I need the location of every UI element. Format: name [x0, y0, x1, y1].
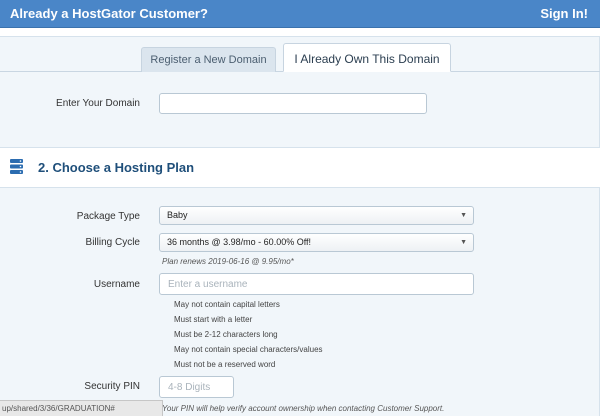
- username-input[interactable]: [159, 273, 474, 295]
- security-pin-input[interactable]: [159, 376, 234, 398]
- billing-cycle-select[interactable]: 36 months @ 3.98/mo - 60.00% Off! ▼: [159, 233, 474, 252]
- browser-status-url: up/shared/3/36/GRADUATION#: [0, 400, 163, 416]
- billing-cycle-label: Billing Cycle: [85, 237, 140, 248]
- username-rule: Must start with a letter: [174, 315, 253, 324]
- tab-register-new-domain[interactable]: Register a New Domain: [141, 47, 276, 72]
- chevron-down-icon: ▼: [460, 239, 467, 246]
- sign-in-link[interactable]: Sign In!: [540, 6, 588, 21]
- package-type-label: Package Type: [76, 211, 140, 222]
- security-pin-note: Your PIN will help verify account owners…: [162, 404, 445, 413]
- tab-already-own-domain[interactable]: I Already Own This Domain: [283, 43, 451, 72]
- username-rule: May not contain special characters/value…: [174, 345, 323, 354]
- customer-prompt: Already a HostGator Customer?: [10, 6, 208, 21]
- domain-label: Enter Your Domain: [56, 98, 140, 109]
- username-label: Username: [93, 279, 140, 290]
- security-pin-label: Security PIN: [84, 381, 140, 392]
- package-type-value: Baby: [167, 210, 188, 220]
- billing-cycle-value: 36 months @ 3.98/mo - 60.00% Off!: [167, 237, 312, 247]
- username-rule: Must not be a reserved word: [174, 360, 276, 369]
- domain-input[interactable]: [159, 93, 427, 114]
- package-type-select[interactable]: Baby ▼: [159, 206, 474, 225]
- chevron-down-icon: ▼: [460, 212, 467, 219]
- customer-login-bar: Already a HostGator Customer? Sign In!: [0, 0, 600, 28]
- username-rule: Must be 2-12 characters long: [174, 330, 278, 339]
- username-rule: May not contain capital letters: [174, 300, 280, 309]
- renewal-note: Plan renews 2019-06-16 @ 9.95/mo*: [162, 257, 294, 266]
- server-stack-icon: [10, 159, 23, 174]
- hosting-section-title: 2. Choose a Hosting Plan: [38, 160, 195, 175]
